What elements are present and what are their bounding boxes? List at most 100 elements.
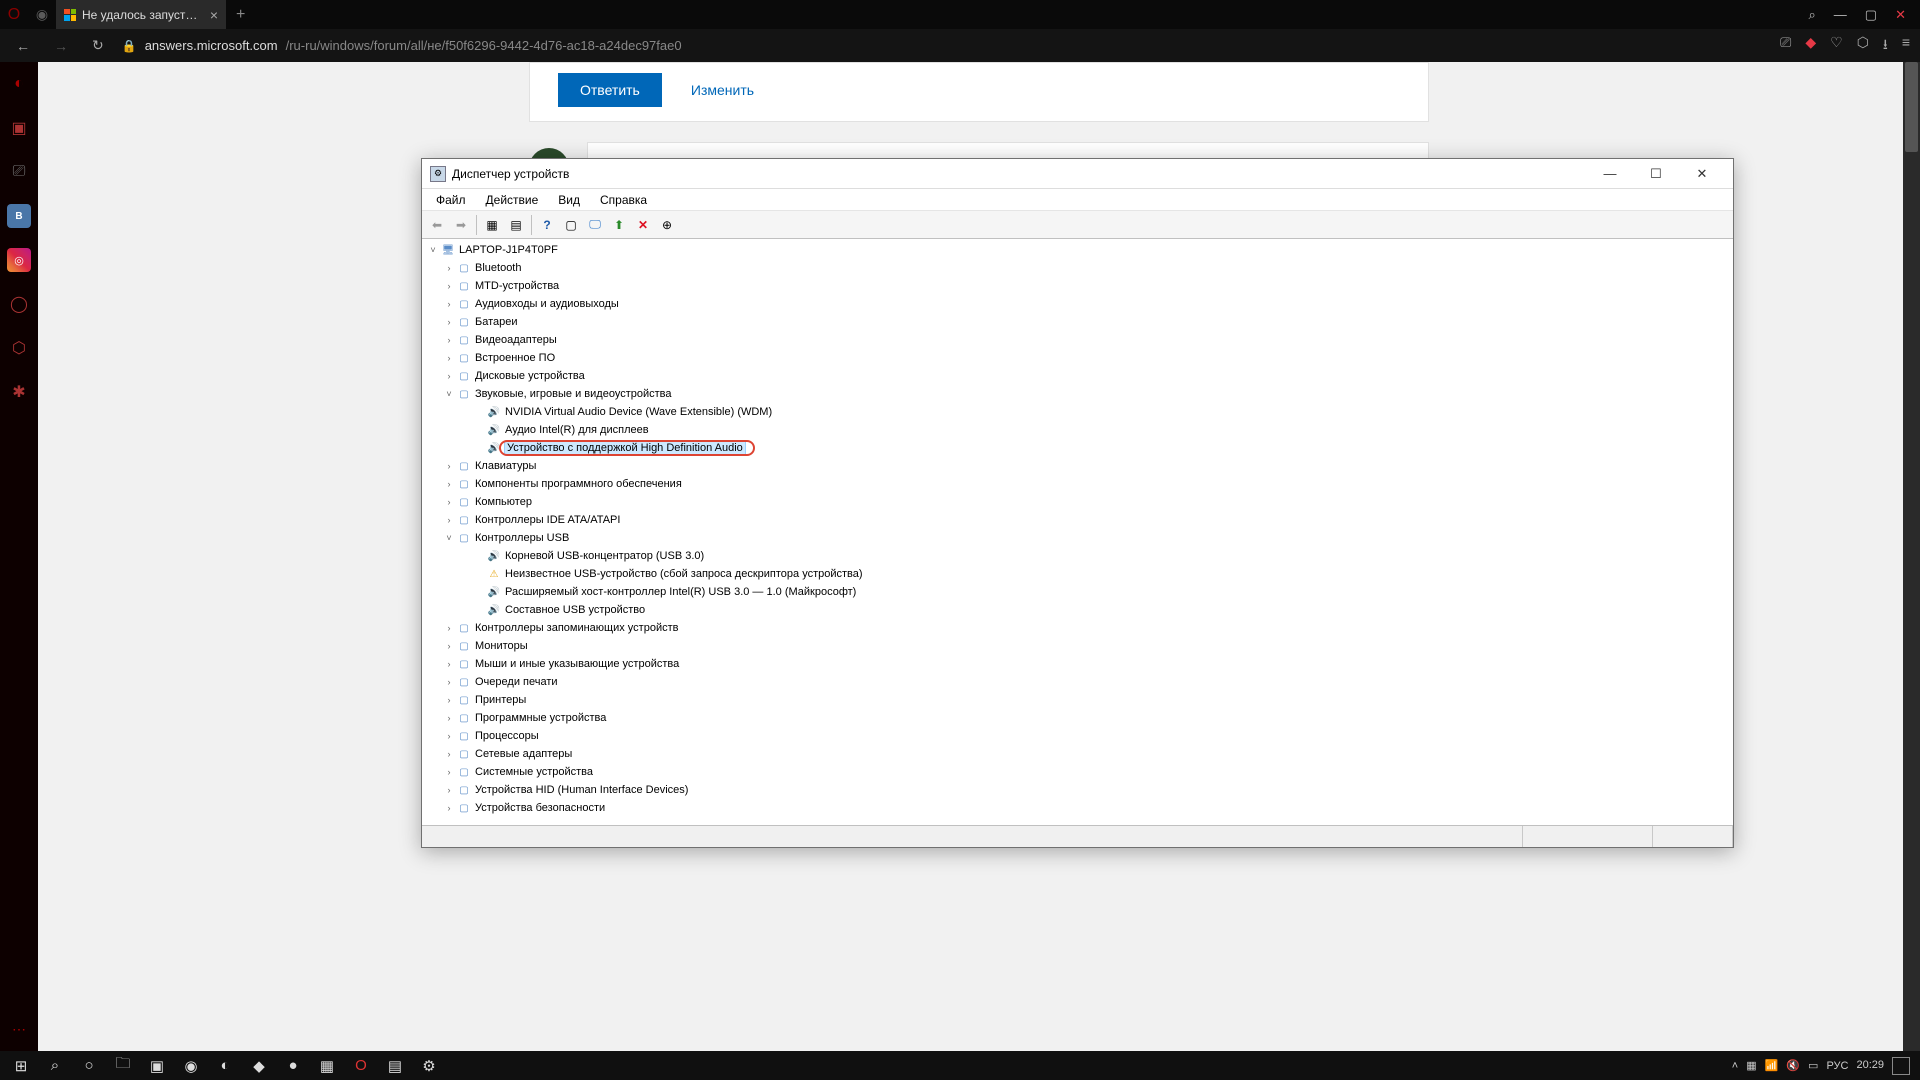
tree-node[interactable]: ›▢Принтеры bbox=[442, 691, 1729, 709]
camera-icon[interactable]: ⎚ bbox=[1780, 34, 1791, 58]
sidebar-instagram-icon[interactable]: ◎ bbox=[7, 248, 31, 272]
toolbar-props-icon[interactable]: ▤ bbox=[505, 214, 527, 236]
menu-icon[interactable]: ≡ bbox=[1902, 34, 1910, 58]
window-close-icon[interactable]: ✕ bbox=[1895, 7, 1906, 23]
toolbar-refresh-icon[interactable]: ⊕ bbox=[656, 214, 678, 236]
menu-help[interactable]: Справка bbox=[592, 191, 655, 209]
opera-taskbar-icon[interactable]: O bbox=[344, 1051, 378, 1080]
tree-node[interactable]: ›▢Устройства безопасности bbox=[442, 799, 1729, 817]
tree-node[interactable]: ›▢Видеоадаптеры bbox=[442, 331, 1729, 349]
edit-link[interactable]: Изменить bbox=[691, 82, 754, 98]
cortana-button[interactable]: ○ bbox=[72, 1051, 106, 1080]
tree-node[interactable]: ›▢Мониторы bbox=[442, 637, 1729, 655]
menu-view[interactable]: Вид bbox=[550, 191, 588, 209]
url-field[interactable]: 🔒 answers.microsoft.com/ru-ru/windows/fo… bbox=[122, 38, 682, 53]
app-icon[interactable]: ▦ bbox=[310, 1051, 344, 1080]
tree-leaf[interactable]: 🔊Устройство с поддержкой High Definition… bbox=[472, 439, 1729, 457]
menu-action[interactable]: Действие bbox=[478, 191, 547, 209]
opera-icon[interactable]: O bbox=[0, 6, 28, 24]
tree-node[interactable]: ›▢Компоненты программного обеспечения bbox=[442, 475, 1729, 493]
cube-icon[interactable]: ⬡ bbox=[1857, 34, 1869, 58]
tree-node[interactable]: ›▢Встроенное ПО bbox=[442, 349, 1729, 367]
tree-node[interactable]: ˅▢Контроллеры USB bbox=[442, 529, 1729, 547]
tree-leaf[interactable]: 🔊NVIDIA Virtual Audio Device (Wave Exten… bbox=[472, 403, 1729, 421]
nav-back-icon[interactable]: ← bbox=[10, 34, 36, 58]
tree-leaf[interactable]: 🔊Расширяемый хост-контроллер Intel(R) US… bbox=[472, 583, 1729, 601]
tree-leaf[interactable]: 🔊Аудио Intel(R) для дисплеев bbox=[472, 421, 1729, 439]
search-icon[interactable]: ⌕ bbox=[1809, 7, 1816, 23]
toolbar-forward-icon[interactable]: ➡ bbox=[450, 214, 472, 236]
tree-node[interactable]: ›▢Мыши и иные указывающие устройства bbox=[442, 655, 1729, 673]
tree-leaf[interactable]: 🔊Составное USB устройство bbox=[472, 601, 1729, 619]
tree-node[interactable]: ›▢Программные устройства bbox=[442, 709, 1729, 727]
nav-forward-icon[interactable]: → bbox=[48, 34, 74, 58]
tree-node[interactable]: ›▢Контроллеры запоминающих устройств bbox=[442, 619, 1729, 637]
toolbar-update-icon[interactable]: ⬆ bbox=[608, 214, 630, 236]
toolbar-delete-icon[interactable]: ✕ bbox=[632, 214, 654, 236]
sidebar-settings-icon[interactable]: ✱ bbox=[7, 380, 31, 404]
toolbar-help-icon[interactable]: ? bbox=[536, 214, 558, 236]
devmgr-titlebar[interactable]: ⚙ Диспетчер устройств — ☐ ✕ bbox=[422, 159, 1733, 189]
window-maximize-icon[interactable]: ▢ bbox=[1865, 7, 1877, 23]
toolbar-back-icon[interactable]: ⬅ bbox=[426, 214, 448, 236]
tree-root[interactable]: ˅🖥LAPTOP-J1P4T0PF bbox=[426, 241, 1729, 259]
yandex-icon[interactable]: ◐ bbox=[208, 1051, 242, 1080]
tree-node[interactable]: ›▢Bluetooth bbox=[442, 259, 1729, 277]
tab-discord-icon[interactable]: ◉ bbox=[28, 6, 56, 23]
chrome-icon[interactable]: ◉ bbox=[174, 1051, 208, 1080]
tree-node[interactable]: ›▢Аудиовходы и аудиовыходы bbox=[442, 295, 1729, 313]
sidebar-more-icon[interactable]: ⋯ bbox=[7, 1017, 31, 1041]
tree-node[interactable]: ›▢Дисковые устройства bbox=[442, 367, 1729, 385]
search-button[interactable]: ⌕ bbox=[38, 1051, 72, 1080]
toolbar-detail-icon[interactable]: ▦ bbox=[481, 214, 503, 236]
heart-icon[interactable]: ♡ bbox=[1830, 34, 1843, 58]
tree-node[interactable]: ›▢Устройства HID (Human Interface Device… bbox=[442, 781, 1729, 799]
tray-clock[interactable]: 20:29 bbox=[1856, 1059, 1884, 1071]
toolbar-scan-icon[interactable]: ▢ bbox=[560, 214, 582, 236]
tray-battery-icon[interactable]: ▭ bbox=[1808, 1059, 1818, 1072]
tree-node[interactable]: ›▢Компьютер bbox=[442, 493, 1729, 511]
app-icon[interactable]: ◆ bbox=[242, 1051, 276, 1080]
start-button[interactable]: ⊞ bbox=[4, 1051, 38, 1080]
sidebar-item-icon[interactable]: ⬡ bbox=[7, 336, 31, 360]
shield-icon[interactable]: ◆ bbox=[1805, 34, 1816, 58]
toolbar-monitor-icon[interactable]: 🖵 bbox=[584, 214, 606, 236]
tab-active[interactable]: Не удалось запустить слу... × bbox=[56, 0, 226, 29]
tree-node[interactable]: ›▢Батареи bbox=[442, 313, 1729, 331]
tree-leaf[interactable]: ⚠Неизвестное USB-устройство (сбой запрос… bbox=[472, 565, 1729, 583]
tray-lang[interactable]: РУС bbox=[1826, 1060, 1848, 1072]
tree-node[interactable]: ›▢Контроллеры IDE ATA/ATAPI bbox=[442, 511, 1729, 529]
window-minimize-button[interactable]: — bbox=[1587, 159, 1633, 189]
app-icon[interactable]: ▤ bbox=[378, 1051, 412, 1080]
reply-button[interactable]: Ответить bbox=[558, 73, 662, 107]
tray-network-icon[interactable]: 📶 bbox=[1765, 1059, 1779, 1072]
explorer-icon[interactable]: 🗀 bbox=[106, 1051, 140, 1080]
tray-icon[interactable]: ▦ bbox=[1746, 1059, 1756, 1072]
download-icon[interactable]: ⭳ bbox=[1883, 34, 1888, 58]
sidebar-item-icon[interactable]: ◯ bbox=[7, 292, 31, 316]
tree-node[interactable]: ˅▢Звуковые, игровые и видеоустройства bbox=[442, 385, 1729, 403]
tree-node[interactable]: ›▢Сетевые адаптеры bbox=[442, 745, 1729, 763]
tree-node[interactable]: ›▢Процессоры bbox=[442, 727, 1729, 745]
devmgr-taskbar-icon[interactable]: ⚙ bbox=[412, 1051, 446, 1080]
sidebar-twitch-icon[interactable]: ⎚ bbox=[7, 160, 31, 184]
window-minimize-icon[interactable]: — bbox=[1834, 7, 1847, 23]
devmgr-tree[interactable]: ˅🖥LAPTOP-J1P4T0PF›▢Bluetooth›▢MTD-устрой… bbox=[422, 239, 1733, 825]
steam-icon[interactable]: ● bbox=[276, 1051, 310, 1080]
tray-chevron-icon[interactable]: ˄ bbox=[1732, 1060, 1738, 1072]
tree-leaf[interactable]: 🔊Корневой USB-концентратор (USB 3.0) bbox=[472, 547, 1729, 565]
tab-close-icon[interactable]: × bbox=[210, 7, 218, 23]
page-scrollbar[interactable] bbox=[1903, 62, 1920, 1051]
tree-node[interactable]: ›▢Системные устройства bbox=[442, 763, 1729, 781]
new-tab-button[interactable]: + bbox=[226, 6, 255, 24]
nav-reload-icon[interactable]: ↻ bbox=[86, 33, 110, 58]
window-maximize-button[interactable]: ☐ bbox=[1633, 159, 1679, 189]
sidebar-clock-icon[interactable]: ◐ bbox=[7, 72, 31, 96]
sidebar-bag-icon[interactable]: ▣ bbox=[7, 116, 31, 140]
tray-notifications-icon[interactable] bbox=[1892, 1057, 1910, 1075]
menu-file[interactable]: Файл bbox=[428, 191, 474, 209]
store-icon[interactable]: ▣ bbox=[140, 1051, 174, 1080]
tree-node[interactable]: ›▢MTD-устройства bbox=[442, 277, 1729, 295]
tree-node[interactable]: ›▢Клавиатуры bbox=[442, 457, 1729, 475]
sidebar-vk-icon[interactable]: B bbox=[7, 204, 31, 228]
